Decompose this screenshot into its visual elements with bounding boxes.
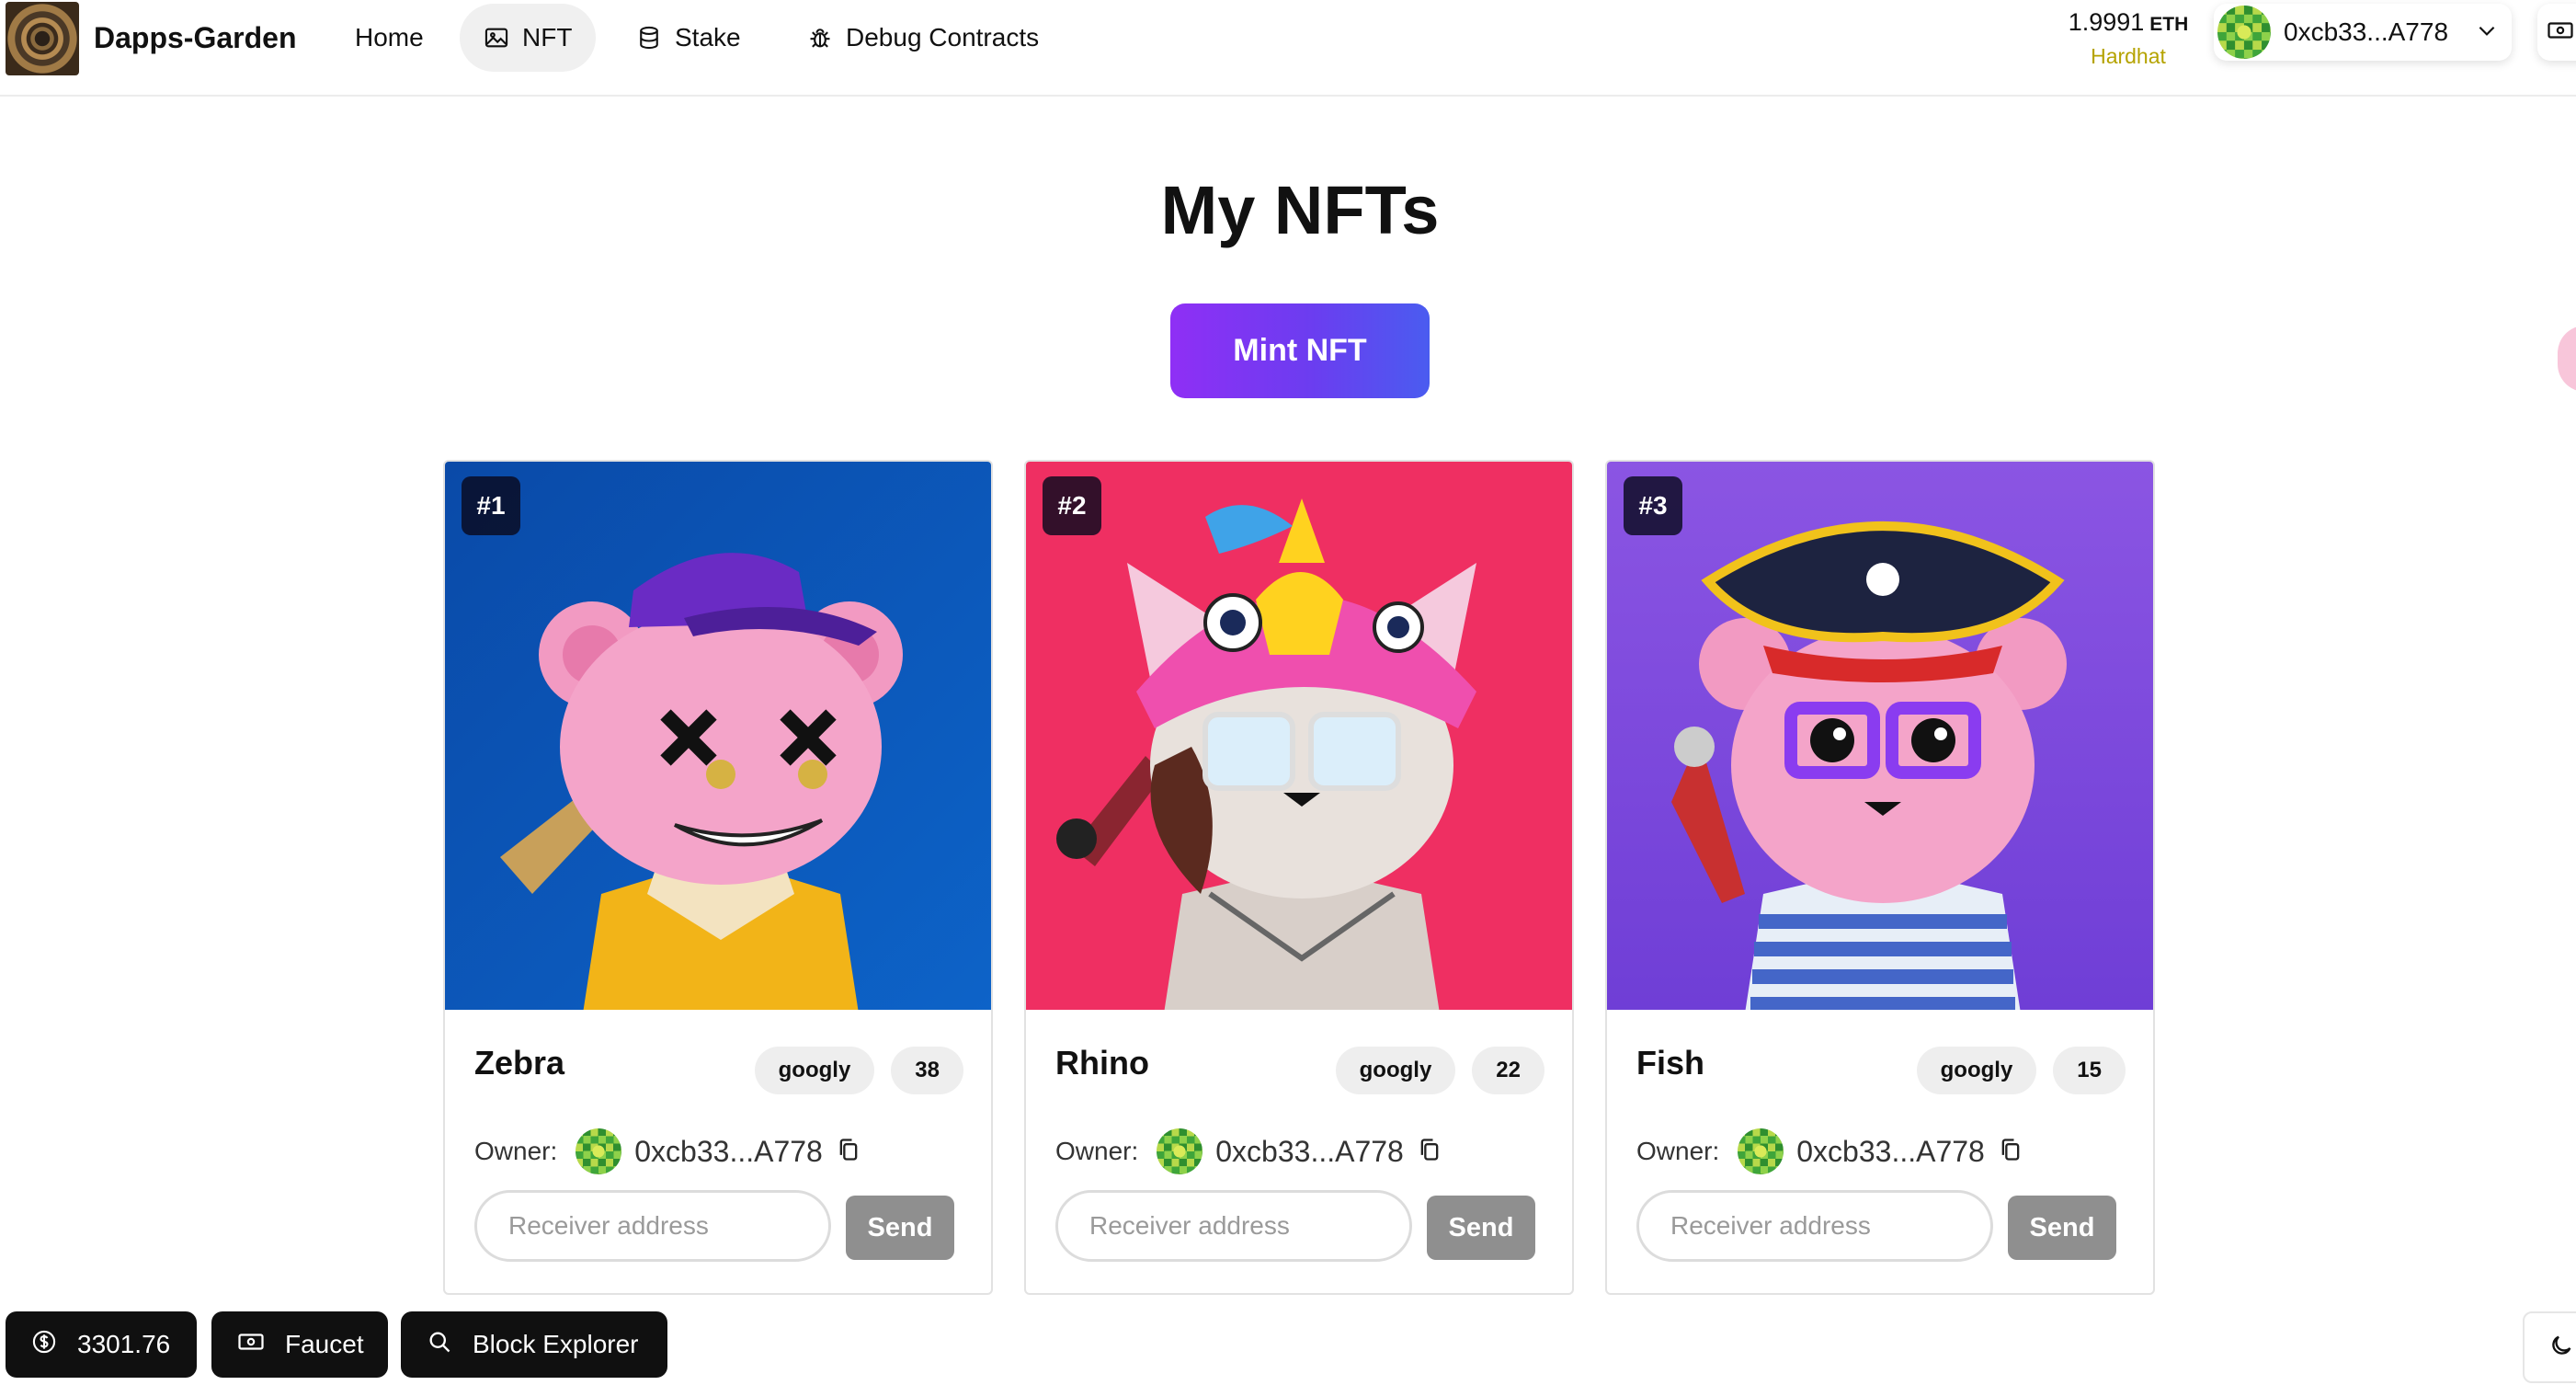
copy-icon[interactable] (1417, 1137, 1442, 1167)
nft-image: #1 (445, 462, 991, 1010)
search-icon (427, 1329, 452, 1361)
eth-price: 3301.76 (77, 1330, 171, 1358)
account-button[interactable]: 0xcb33...A778 (2214, 4, 2512, 61)
block-explorer-label: Block Explorer (473, 1330, 639, 1358)
nft-name: Zebra (474, 1044, 565, 1082)
nft-image: #3 (1607, 462, 2153, 1010)
owner-address: 0xcb33...A778 (634, 1134, 823, 1168)
send-button[interactable]: Send (846, 1196, 954, 1260)
nft-tags: googly 22 (1335, 1047, 1544, 1094)
wallet-menu-button[interactable] (2537, 4, 2576, 61)
receiver-address-input[interactable] (1055, 1190, 1412, 1262)
owner-avatar (576, 1128, 622, 1174)
nav-stake-label: Stake (675, 23, 741, 52)
owner-address: 0xcb33...A778 (1796, 1134, 1985, 1168)
nft-card: #1 Zebra googly 38 Owner: 0xcb33...A778 … (443, 460, 993, 1295)
nft-card: #2 Rhino googly 22 Owner: 0xcb33...A778 … (1024, 460, 1574, 1295)
block-explorer-button[interactable]: Block Explorer (401, 1311, 667, 1378)
trait-count: 15 (2053, 1047, 2126, 1094)
moon-icon (2548, 1333, 2574, 1363)
receiver-address-input[interactable] (1636, 1190, 1993, 1262)
nft-id-badge: #1 (462, 476, 520, 535)
image-icon (484, 25, 509, 51)
account-address: 0xcb33...A778 (2284, 17, 2449, 46)
send-button[interactable]: Send (2008, 1196, 2116, 1260)
avatar (2217, 6, 2271, 59)
page-title: My NFTs (1160, 172, 1440, 248)
owner-label: Owner: (474, 1137, 558, 1165)
faucet-label: Faucet (285, 1330, 364, 1358)
wallet-balance: 1.9991 ETH Hardhat (2041, 6, 2216, 71)
mint-nft-button[interactable]: Mint NFT (1170, 303, 1430, 398)
nav-stake[interactable]: Stake (612, 4, 765, 72)
copy-icon[interactable] (1998, 1137, 2023, 1167)
brand-name[interactable]: Dapps-Garden (94, 18, 296, 57)
trait-count: 38 (891, 1047, 963, 1094)
owner-row: Owner: 0xcb33...A778 (474, 1126, 861, 1177)
owner-avatar (1738, 1128, 1784, 1174)
owner-label: Owner: (1055, 1137, 1139, 1165)
nav-home[interactable]: Home (331, 4, 448, 72)
owner-row: Owner: 0xcb33...A778 (1055, 1126, 1442, 1177)
dollar-icon (31, 1329, 57, 1361)
owner-row: Owner: 0xcb33...A778 (1636, 1126, 2023, 1177)
nav-debug-contracts[interactable]: Debug Contracts (783, 4, 1063, 72)
top-navbar: Dapps-Garden Home NFT Stake Debug Contra… (0, 0, 2576, 97)
faucet-button[interactable]: Faucet (211, 1311, 388, 1378)
nav-nft-label: NFT (522, 23, 573, 52)
nft-image: #2 (1026, 462, 1572, 1010)
receiver-address-input[interactable] (474, 1190, 831, 1262)
copy-icon[interactable] (836, 1137, 861, 1167)
nft-card: #3 Fish googly 15 Owner: 0xcb33...A778 S… (1605, 460, 2155, 1295)
trait-count: 22 (1472, 1047, 1544, 1094)
balance-unit: ETH (2149, 14, 2189, 35)
cash-icon (2547, 17, 2574, 49)
trait-tag: googly (754, 1047, 875, 1094)
balance-amount-line: 1.9991 ETH (2041, 6, 2216, 41)
bug-icon (807, 25, 833, 51)
balance-amount: 1.9991 (2068, 8, 2145, 36)
trait-tag: googly (1916, 1047, 2037, 1094)
eth-price-button[interactable]: 3301.76 (6, 1311, 197, 1378)
nft-id-badge: #2 (1043, 476, 1101, 535)
nav-debug-label: Debug Contracts (846, 23, 1040, 52)
nft-name: Fish (1636, 1044, 1705, 1082)
trait-tag: googly (1335, 1047, 1456, 1094)
nft-name: Rhino (1055, 1044, 1149, 1082)
nav-nft[interactable]: NFT (460, 4, 597, 72)
send-button[interactable]: Send (1427, 1196, 1535, 1260)
chevron-down-icon (2475, 18, 2499, 47)
nav-home-label: Home (355, 23, 424, 52)
owner-address: 0xcb33...A778 (1215, 1134, 1404, 1168)
network-name: Hardhat (2091, 44, 2166, 68)
banknote-icon (237, 1328, 265, 1362)
nft-tags: googly 15 (1916, 1047, 2126, 1094)
owner-avatar (1157, 1128, 1203, 1174)
floating-widget[interactable] (2558, 326, 2576, 392)
theme-toggle-button[interactable] (2523, 1311, 2576, 1383)
brand-logo[interactable] (6, 2, 79, 75)
nft-tags: googly 38 (754, 1047, 963, 1094)
nft-id-badge: #3 (1624, 476, 1682, 535)
database-icon (636, 25, 662, 51)
owner-label: Owner: (1636, 1137, 1720, 1165)
